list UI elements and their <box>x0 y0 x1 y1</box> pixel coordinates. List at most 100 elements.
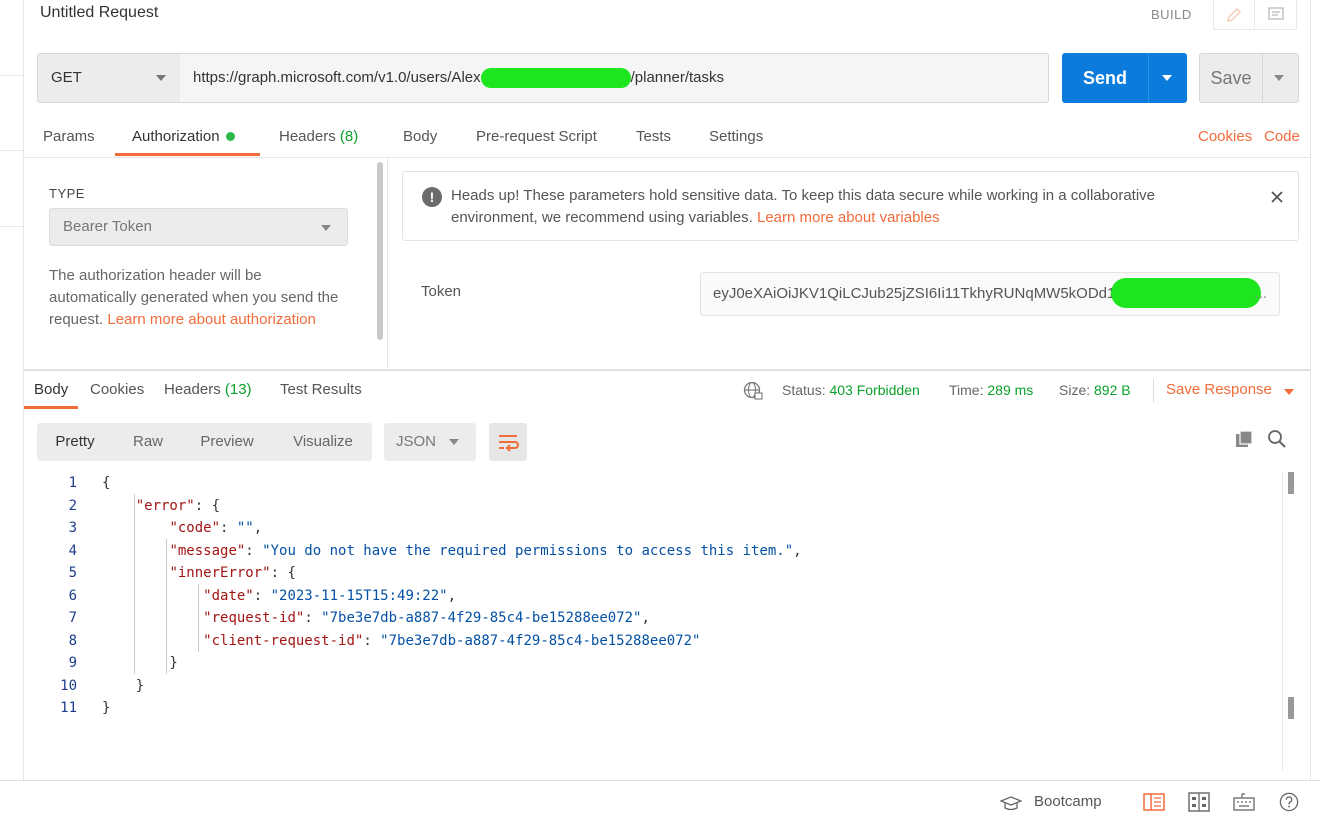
build-mode-label[interactable]: BUILD <box>1151 7 1192 22</box>
send-options-chevron-icon[interactable] <box>1162 75 1172 81</box>
response-headers-count: (13) <box>224 381 252 398</box>
send-label: Send <box>1082 68 1127 88</box>
left-sidebar-edge <box>0 0 24 780</box>
tab-test-results[interactable]: Test Results <box>280 381 362 398</box>
view-pretty-button[interactable]: Pretty <box>37 423 113 461</box>
copy-icon[interactable] <box>1234 429 1254 449</box>
format-value: JSON <box>396 433 437 450</box>
token-label: Token <box>421 283 462 300</box>
keyboard-shortcuts-icon[interactable] <box>1233 792 1255 812</box>
line-number: 1 <box>68 475 77 491</box>
save-response-label: Save Response <box>1166 381 1272 398</box>
info-icon: ! <box>422 187 442 207</box>
url-prefix: https://graph.microsoft.com/v1.0/users/A… <box>193 69 481 86</box>
line-number: 6 <box>68 587 77 604</box>
wrap-lines-icon <box>499 435 519 452</box>
view-visualize-button[interactable]: Visualize <box>283 423 363 461</box>
tab-headers[interactable]: Headers (8) <box>279 128 358 145</box>
auth-type-value: Bearer Token <box>63 218 152 235</box>
response-time: Time: 289 ms <box>949 382 1033 398</box>
chevron-down-icon[interactable] <box>1284 389 1294 395</box>
two-pane-view-icon[interactable] <box>1143 792 1165 812</box>
method-select[interactable]: GET <box>37 53 181 103</box>
status-bar <box>0 780 1320 822</box>
save-options-chevron-icon[interactable] <box>1274 75 1284 81</box>
line-number: 5 <box>68 565 77 581</box>
globe-lock-icon[interactable] <box>743 381 763 401</box>
code-line: 3 "code": "", <box>24 517 1274 539</box>
tab-authorization[interactable]: Authorization <box>132 128 235 145</box>
size-value: 892 B <box>1094 382 1131 398</box>
pane-splitter[interactable] <box>24 369 1310 371</box>
code-line: 6 "date": "2023-11-15T15:49:22", <box>24 585 1274 607</box>
save-button[interactable]: Save <box>1199 53 1299 103</box>
search-icon[interactable] <box>1267 429 1287 449</box>
code-text: "request-id": "7be3e7db-a887-4f29-85c4-b… <box>203 610 650 626</box>
code-line: 1{ <box>24 472 1274 494</box>
save-response-button[interactable]: Save Response <box>1166 381 1272 398</box>
notice-message: Heads up! These parameters hold sensitiv… <box>451 185 1231 229</box>
code-link[interactable]: Code <box>1264 128 1300 145</box>
bootcamp-link[interactable]: Bootcamp <box>1034 793 1102 810</box>
code-text: "message": "You do not have the required… <box>169 542 802 559</box>
code-line: 4 "message": "You do not have the requir… <box>24 540 1274 562</box>
response-body-viewer[interactable]: 1{2 "error": {3 "code": "", 4 "message": … <box>24 472 1286 772</box>
tab-response-cookies[interactable]: Cookies <box>90 381 144 398</box>
line-number: 8 <box>68 632 77 649</box>
request-title[interactable]: Untitled Request <box>40 4 158 22</box>
tab-body[interactable]: Body <box>403 128 437 145</box>
url-input[interactable]: https://graph.microsoft.com/v1.0/users/A… <box>180 53 1049 103</box>
graduation-cap-icon <box>1000 796 1022 811</box>
wrap-lines-button[interactable] <box>489 423 527 461</box>
code-line: 2 "error": { <box>24 495 1274 517</box>
headers-count: (8) <box>339 128 359 145</box>
redaction-mark <box>1111 278 1261 308</box>
size-label: Size: <box>1059 382 1091 398</box>
tab-response-headers[interactable]: Headers (13) <box>164 381 252 398</box>
code-scrollbar-thumb[interactable] <box>1288 472 1294 494</box>
grid-layout-icon[interactable] <box>1188 792 1210 812</box>
code-scrollbar-marker <box>1288 697 1294 719</box>
comment-icon[interactable] <box>1255 0 1297 30</box>
auth-type-heading: TYPE <box>49 186 85 201</box>
tab-response-body[interactable]: Body <box>34 381 68 398</box>
tab-params[interactable]: Params <box>43 128 95 145</box>
view-preview-button[interactable]: Preview <box>189 423 265 461</box>
line-number: 7 <box>68 610 77 626</box>
right-sidebar-edge <box>1310 0 1320 780</box>
code-line: 5 "innerError": { <box>24 562 1274 584</box>
code-line: 7 "request-id": "7be3e7db-a887-4f29-85c4… <box>24 607 1274 629</box>
help-icon[interactable] <box>1278 792 1300 812</box>
line-number: 4 <box>68 542 77 559</box>
code-text: "error": { <box>135 497 221 514</box>
pencil-icon[interactable] <box>1213 0 1255 30</box>
close-icon[interactable] <box>1270 185 1284 210</box>
url-suffix: /planner/tasks <box>630 69 725 86</box>
chevron-down-icon <box>156 75 166 81</box>
active-response-tab-indicator <box>24 406 78 409</box>
method-value: GET <box>51 69 82 86</box>
format-select[interactable]: JSON <box>384 423 476 461</box>
active-tab-indicator <box>115 153 260 156</box>
code-text: } <box>102 700 111 716</box>
code-line: 10 } <box>24 675 1274 697</box>
tab-pre-request-script[interactable]: Pre-request Script <box>476 128 597 145</box>
auth-type-select[interactable]: Bearer Token <box>49 208 348 246</box>
time-label: Time: <box>949 382 984 398</box>
send-button[interactable]: Send <box>1062 53 1187 103</box>
tab-settings[interactable]: Settings <box>709 128 763 145</box>
status-dot-icon <box>225 131 235 141</box>
learn-more-authorization-link[interactable]: Learn more about authorization <box>107 311 315 328</box>
token-input[interactable]: eyJ0eXAiOiJKV1QiLCJub25jZSI6Ii11TkhyRUNq… <box>700 272 1280 316</box>
code-line: 8 "client-request-id": "7be3e7db-a887-4f… <box>24 630 1274 652</box>
auth-pane-scrollbar[interactable] <box>377 162 383 340</box>
tab-tests[interactable]: Tests <box>636 128 671 145</box>
code-text: "date": "2023-11-15T15:49:22", <box>203 587 457 604</box>
cookies-link[interactable]: Cookies <box>1198 128 1252 145</box>
save-label: Save <box>1210 68 1252 88</box>
status-value: 403 Forbidden <box>829 382 920 398</box>
view-raw-button[interactable]: Raw <box>119 423 177 461</box>
learn-more-variables-link[interactable]: Learn more about variables <box>757 209 940 226</box>
response-headers-label: Headers <box>164 381 221 398</box>
postman-window: Untitled Request BUILD GET https://graph… <box>0 0 1320 822</box>
